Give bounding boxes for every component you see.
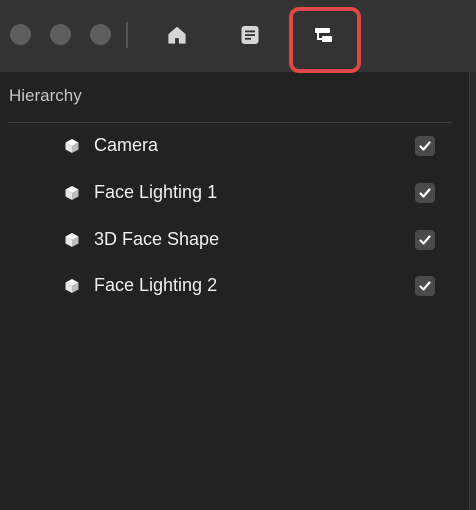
panel-title: Hierarchy [9, 86, 82, 105]
app-window: Hierarchy Camera Face Lighting 1 3D Face… [0, 0, 476, 510]
cube-icon [64, 232, 80, 248]
home-icon[interactable] [166, 24, 188, 46]
hierarchy-item[interactable]: Face Lighting 1 [0, 170, 470, 216]
hierarchy-item-label: 3D Face Shape [94, 229, 220, 249]
hierarchy-item-label: Face Lighting 1 [94, 182, 218, 202]
scrollbar-track[interactable] [470, 72, 476, 510]
visibility-checkbox[interactable] [415, 136, 435, 156]
title-bar [0, 0, 476, 73]
visibility-checkbox[interactable] [415, 276, 435, 296]
window-zoom-button[interactable] [90, 24, 111, 45]
hierarchy-item[interactable]: Face Lighting 2 [0, 263, 470, 309]
cube-icon [64, 278, 80, 294]
window-minimize-button[interactable] [50, 24, 71, 45]
toolbar-divider [126, 22, 128, 48]
hierarchy-item[interactable]: 3D Face Shape [0, 217, 470, 263]
document-icon[interactable] [239, 24, 261, 46]
window-close-button[interactable] [10, 24, 31, 45]
cube-icon [64, 138, 80, 154]
cube-icon [64, 185, 80, 201]
hierarchy-item[interactable]: Camera [0, 123, 470, 169]
selected-tab-highlight [289, 7, 361, 73]
hierarchy-item-label: Face Lighting 2 [94, 275, 218, 295]
hierarchy-item-label: Camera [94, 135, 159, 155]
visibility-checkbox[interactable] [415, 230, 435, 250]
visibility-checkbox[interactable] [415, 183, 435, 203]
